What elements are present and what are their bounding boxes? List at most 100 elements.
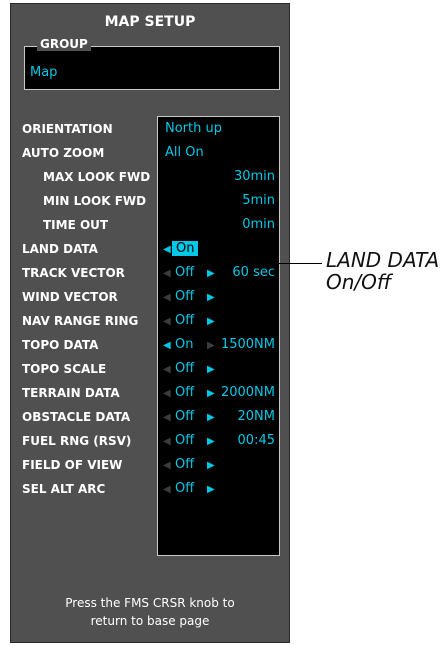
min-look-fwd-field[interactable]: 5min <box>161 193 277 211</box>
row-sel-alt-arc: SEL ALT ARC ◀ Off ▶ <box>11 478 291 502</box>
left-arrow-icon: ◀ <box>163 412 171 423</box>
right-arrow-icon: ▶ <box>207 364 215 375</box>
obstacle-data-field[interactable]: ◀ Off ▶ 20NM <box>161 409 277 427</box>
footer-line-1: Press the FMS CRSR knob to <box>65 596 235 610</box>
terrain-data-field[interactable]: ◀ Off ▶ 2000NM <box>161 385 277 403</box>
land-data-field[interactable]: ◀ On <box>161 241 277 259</box>
left-arrow-icon: ◀ <box>163 316 171 327</box>
auto-zoom-field[interactable]: All On <box>161 145 277 163</box>
wind-vector-field[interactable]: ◀ Off ▶ <box>161 289 277 307</box>
sel-alt-arc-value[interactable]: Off <box>175 481 194 496</box>
right-arrow-icon: ▶ <box>207 460 215 471</box>
sel-alt-arc-label: SEL ALT ARC <box>22 482 106 496</box>
row-min-look-fwd: MIN LOOK FWD 5min <box>11 190 291 214</box>
row-topo-data: TOPO DATA ◀ On ▶ 1500NM <box>11 334 291 358</box>
row-field-of-view: FIELD OF VIEW ◀ Off ▶ <box>11 454 291 478</box>
terrain-data-range[interactable]: 2000NM <box>221 385 275 400</box>
footer-instructions: Press the FMS CRSR knob to return to bas… <box>11 594 289 630</box>
terrain-data-value[interactable]: Off <box>175 385 194 400</box>
min-look-fwd-value[interactable]: 5min <box>242 193 275 208</box>
orientation-field[interactable]: North up <box>161 121 277 139</box>
land-data-callout: LAND DATA On/Off <box>326 249 439 293</box>
map-setup-window: MAP SETUP GROUP Map ORIENTATION North up… <box>10 3 290 643</box>
time-out-value[interactable]: 0min <box>242 217 275 232</box>
auto-zoom-value[interactable]: All On <box>165 145 204 160</box>
right-arrow-icon: ▶ <box>207 484 215 495</box>
row-obstacle-data: OBSTACLE DATA ◀ Off ▶ 20NM <box>11 406 291 430</box>
group-label: GROUP <box>37 37 91 51</box>
row-wind-vector: WIND VECTOR ◀ Off ▶ <box>11 286 291 310</box>
topo-data-value[interactable]: On <box>175 337 193 352</box>
row-fuel-rng: FUEL RNG (RSV) ◀ Off ▶ 00:45 <box>11 430 291 454</box>
row-orientation: ORIENTATION North up <box>11 118 291 142</box>
track-vector-value[interactable]: Off <box>175 265 194 280</box>
group-value[interactable]: Map <box>30 65 57 80</box>
row-track-vector: TRACK VECTOR ◀ Off ▶ 60 sec <box>11 262 291 286</box>
footer-line-2: return to base page <box>90 614 210 628</box>
row-nav-range-ring: NAV RANGE RING ◀ Off ▶ <box>11 310 291 334</box>
wind-vector-label: WIND VECTOR <box>22 290 118 304</box>
right-arrow-icon: ▶ <box>207 292 215 303</box>
topo-data-field[interactable]: ◀ On ▶ 1500NM <box>161 337 277 355</box>
group-field[interactable]: GROUP Map <box>24 37 280 90</box>
right-arrow-icon: ▶ <box>207 388 215 399</box>
row-max-look-fwd: MAX LOOK FWD 30min <box>11 166 291 190</box>
callout-leader-line <box>270 263 322 264</box>
topo-scale-field[interactable]: ◀ Off ▶ <box>161 361 277 379</box>
obstacle-data-label: OBSTACLE DATA <box>22 410 131 424</box>
land-data-value[interactable]: On <box>172 241 199 256</box>
topo-scale-value[interactable]: Off <box>175 361 194 376</box>
row-terrain-data: TERRAIN DATA ◀ Off ▶ 2000NM <box>11 382 291 406</box>
min-look-fwd-label: MIN LOOK FWD <box>43 194 147 208</box>
window-title: MAP SETUP <box>104 14 196 30</box>
row-land-data: LAND DATA ◀ On <box>11 238 291 262</box>
field-of-view-value[interactable]: Off <box>175 457 194 472</box>
max-look-fwd-field[interactable]: 30min <box>161 169 277 187</box>
topo-data-label: TOPO DATA <box>22 338 99 352</box>
nav-range-ring-field[interactable]: ◀ Off ▶ <box>161 313 277 331</box>
left-arrow-icon: ◀ <box>163 460 171 471</box>
left-arrow-icon: ◀ <box>163 268 171 279</box>
auto-zoom-label: AUTO ZOOM <box>22 146 105 160</box>
topo-scale-label: TOPO SCALE <box>22 362 107 376</box>
left-arrow-icon: ◀ <box>163 484 171 495</box>
time-out-field[interactable]: 0min <box>161 217 277 235</box>
left-arrow-icon: ◀ <box>163 340 171 351</box>
obstacle-data-range[interactable]: 20NM <box>238 409 275 424</box>
left-arrow-icon: ◀ <box>163 292 171 303</box>
right-arrow-icon: ▶ <box>207 340 215 351</box>
fuel-rng-value[interactable]: Off <box>175 433 194 448</box>
fuel-rng-field[interactable]: ◀ Off ▶ 00:45 <box>161 433 277 451</box>
max-look-fwd-value[interactable]: 30min <box>234 169 275 184</box>
orientation-value[interactable]: North up <box>165 121 222 136</box>
time-out-label: TIME OUT <box>43 218 109 232</box>
row-auto-zoom: AUTO ZOOM All On <box>11 142 291 166</box>
callout-line-1: LAND DATA <box>326 248 440 272</box>
left-arrow-icon: ◀ <box>163 364 171 375</box>
right-arrow-icon: ▶ <box>207 436 215 447</box>
field-of-view-field[interactable]: ◀ Off ▶ <box>161 457 277 475</box>
wind-vector-value[interactable]: Off <box>175 289 194 304</box>
track-vector-field[interactable]: ◀ Off ▶ 60 sec <box>161 265 277 283</box>
orientation-label: ORIENTATION <box>22 122 113 136</box>
obstacle-data-value[interactable]: Off <box>175 409 194 424</box>
callout-line-2: On/Off <box>326 270 392 294</box>
left-arrow-icon: ◀ <box>163 244 171 255</box>
right-arrow-icon: ▶ <box>207 412 215 423</box>
right-arrow-icon: ▶ <box>207 268 215 279</box>
land-data-label: LAND DATA <box>22 242 98 256</box>
sel-alt-arc-field[interactable]: ◀ Off ▶ <box>161 481 277 499</box>
left-arrow-icon: ◀ <box>163 388 171 399</box>
fuel-rng-reserve[interactable]: 00:45 <box>238 433 275 448</box>
land-data-cursor[interactable]: On <box>172 241 199 256</box>
row-topo-scale: TOPO SCALE ◀ Off ▶ <box>11 358 291 382</box>
nav-range-ring-value[interactable]: Off <box>175 313 194 328</box>
topo-data-range[interactable]: 1500NM <box>221 337 275 352</box>
track-vector-label: TRACK VECTOR <box>22 266 125 280</box>
fuel-rng-label: FUEL RNG (RSV) <box>22 434 132 448</box>
terrain-data-label: TERRAIN DATA <box>22 386 120 400</box>
left-arrow-icon: ◀ <box>163 436 171 447</box>
row-time-out: TIME OUT 0min <box>11 214 291 238</box>
track-vector-time[interactable]: 60 sec <box>232 265 275 280</box>
max-look-fwd-label: MAX LOOK FWD <box>43 170 151 184</box>
